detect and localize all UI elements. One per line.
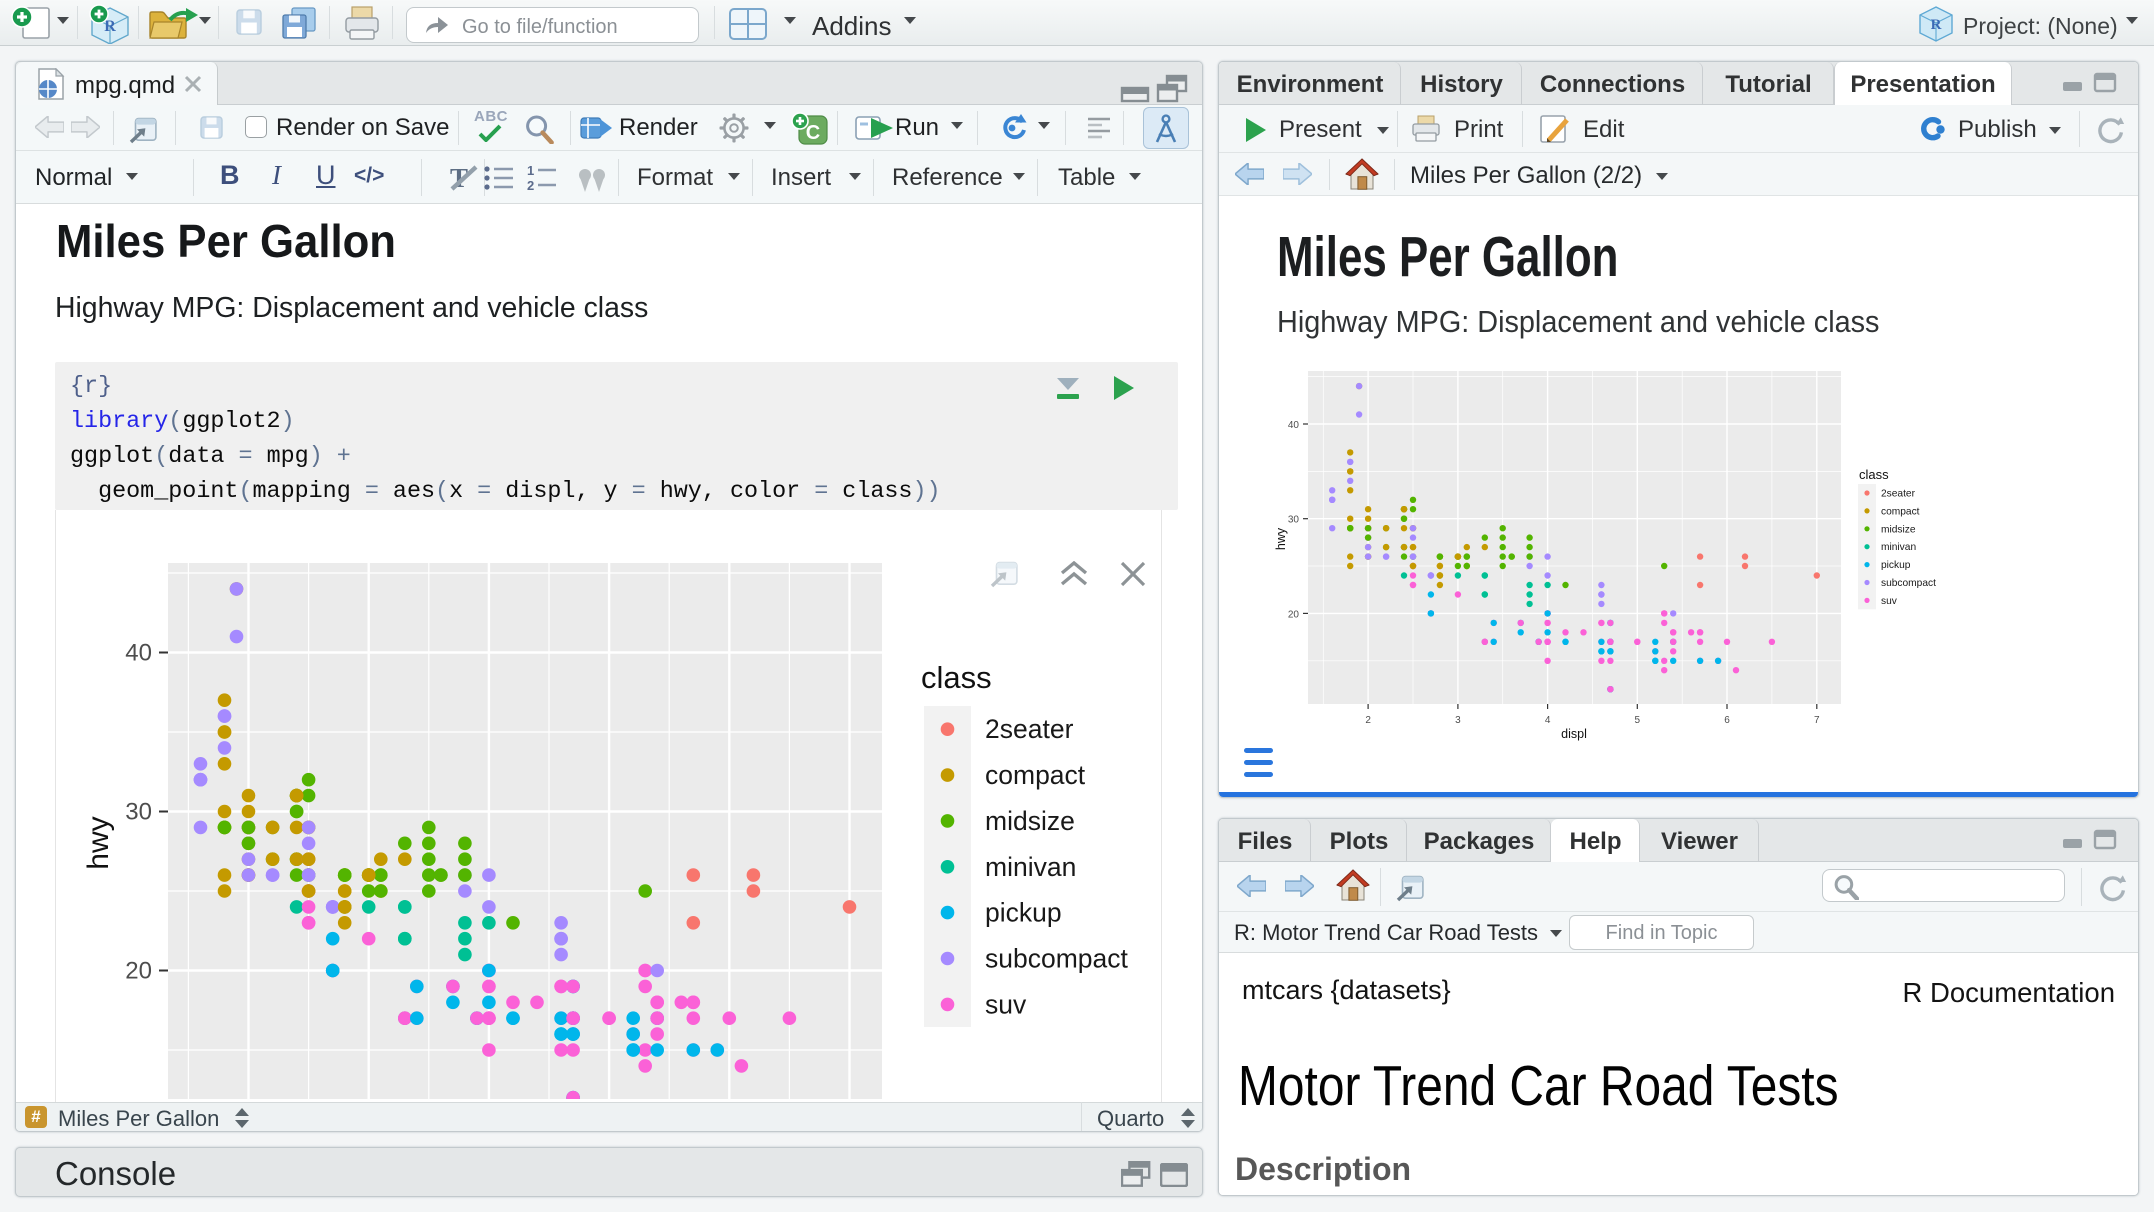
svg-text:class: class xyxy=(921,660,992,695)
svg-text:displ: displ xyxy=(1561,727,1587,741)
svg-text:2seater: 2seater xyxy=(1881,489,1916,500)
svg-text:suv: suv xyxy=(985,989,1027,1019)
svg-text:suv: suv xyxy=(1881,596,1898,607)
svg-text:7: 7 xyxy=(1814,715,1820,726)
svg-text:C: C xyxy=(806,122,820,144)
svg-text:subcompact: subcompact xyxy=(1881,578,1936,589)
svg-text:R: R xyxy=(1931,17,1942,33)
svg-text:6: 6 xyxy=(1724,715,1730,726)
svg-text:pickup: pickup xyxy=(985,898,1062,928)
svg-text:subcompact: subcompact xyxy=(985,944,1129,974)
svg-text:30: 30 xyxy=(125,799,152,826)
svg-text:20: 20 xyxy=(125,958,152,985)
svg-text:pickup: pickup xyxy=(1881,560,1911,571)
svg-text:compact: compact xyxy=(985,760,1086,790)
svg-text:hwy: hwy xyxy=(82,816,115,869)
svg-text:1: 1 xyxy=(527,165,534,178)
svg-text:minivan: minivan xyxy=(1881,542,1916,553)
svg-text:compact: compact xyxy=(1881,506,1920,517)
svg-text:2: 2 xyxy=(527,178,534,191)
svg-text:30: 30 xyxy=(1288,515,1300,526)
svg-text:5: 5 xyxy=(1635,715,1641,726)
svg-text:midsize: midsize xyxy=(985,806,1075,836)
svg-text:minivan: minivan xyxy=(985,852,1076,882)
svg-text:class: class xyxy=(1859,467,1889,482)
svg-text:40: 40 xyxy=(1288,420,1300,431)
svg-text:2: 2 xyxy=(1365,715,1371,726)
svg-text:3: 3 xyxy=(1455,715,1461,726)
svg-text:midsize: midsize xyxy=(1881,524,1916,535)
svg-text:hwy: hwy xyxy=(1274,527,1288,550)
svg-text:20: 20 xyxy=(1288,609,1300,620)
svg-text:2seater: 2seater xyxy=(985,714,1074,744)
svg-text:4: 4 xyxy=(1545,715,1551,726)
svg-text:40: 40 xyxy=(125,640,152,667)
